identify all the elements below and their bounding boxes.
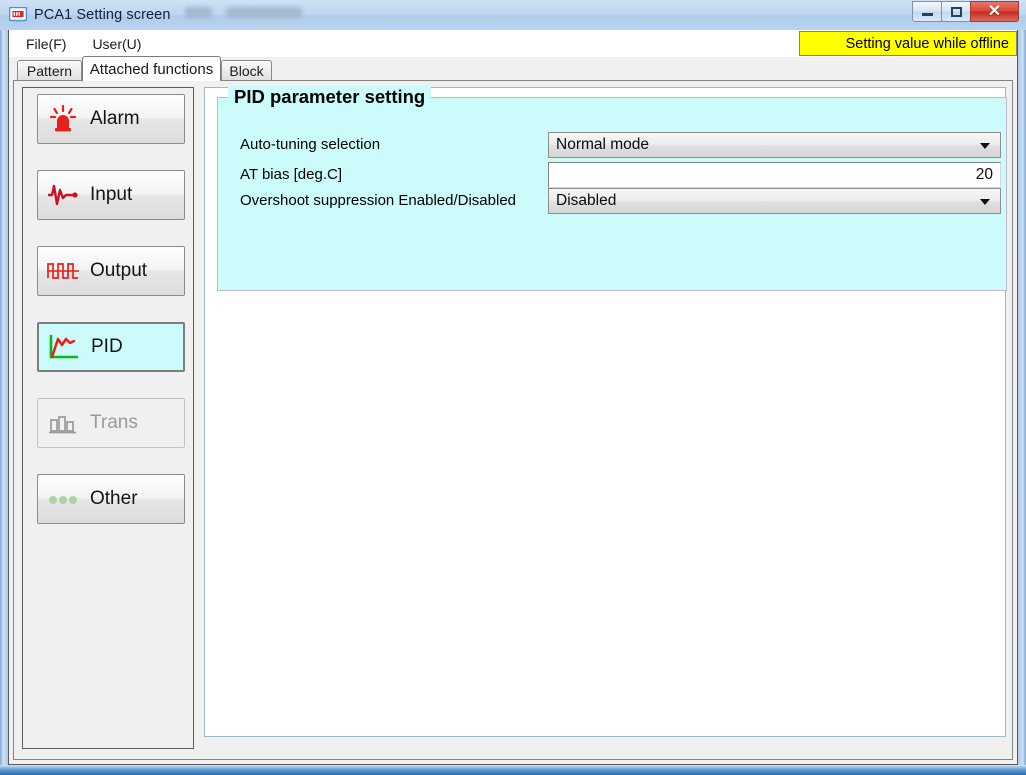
content-panel: PID parameter setting Auto-tuning select… (204, 86, 1007, 737)
redacted-title-segment-1 (184, 7, 212, 18)
pid-curve-icon (47, 332, 81, 362)
chevron-down-icon (980, 199, 990, 205)
pid-parameter-groupbox: PID parameter setting Auto-tuning select… (217, 86, 1007, 291)
auto-tuning-label: Auto-tuning selection (240, 136, 381, 153)
maximize-icon (950, 6, 962, 17)
tab-page: Alarm Input Output PID Trans Other PID p… (13, 80, 1013, 760)
bar-chart-icon (46, 408, 80, 438)
sidebar-item-label: Alarm (90, 108, 140, 129)
sidebar-item-input[interactable]: Input (37, 170, 185, 220)
tab-attached-functions[interactable]: Attached functions (82, 56, 221, 81)
chevron-down-icon (980, 143, 990, 149)
sidebar-item-label: Trans (90, 412, 138, 433)
minimize-button[interactable] (912, 1, 942, 22)
sidebar: Alarm Input Output PID Trans Other (22, 87, 194, 749)
at-bias-label: AT bias [deg.C] (240, 166, 342, 183)
window-title: PCA1 Setting screen (34, 7, 302, 23)
form-row-auto-tuning: Auto-tuning selection Normal mode (218, 132, 1006, 158)
overshoot-suppression-label: Overshoot suppression Enabled/Disabled (240, 192, 516, 209)
auto-tuning-dropdown[interactable]: Normal mode (548, 132, 1001, 158)
alarm-beacon-icon (46, 104, 80, 134)
maximize-button[interactable] (941, 1, 971, 22)
square-wave-icon (46, 256, 80, 286)
window-border-bottom (0, 765, 1026, 775)
auto-tuning-value: Normal mode (556, 136, 650, 153)
title-bar[interactable]: PCA1 Setting screen ✕ (0, 0, 1026, 30)
three-dots-icon (46, 484, 80, 514)
at-bias-value: 20 (975, 166, 993, 183)
redacted-title-segment-2 (225, 7, 302, 18)
sidebar-item-pid[interactable]: PID (37, 322, 185, 372)
overshoot-suppression-dropdown[interactable]: Disabled (548, 188, 1001, 214)
client-area: File(F) User(U) Setting value while offl… (8, 30, 1018, 765)
sidebar-item-other[interactable]: Other (37, 474, 185, 524)
offline-status-banner: Setting value while offline (799, 31, 1017, 56)
form-row-at-bias: AT bias [deg.C] 20 (218, 162, 1006, 188)
sidebar-item-label: Output (90, 260, 148, 281)
window-controls: ✕ (912, 1, 1019, 25)
groupbox-title: PID parameter setting (228, 86, 432, 108)
menu-user[interactable]: User(U) (83, 33, 150, 55)
menu-bar: File(F) User(U) Setting value while offl… (9, 30, 1017, 57)
menu-file[interactable]: File(F) (17, 33, 75, 55)
overshoot-suppression-value: Disabled (556, 192, 617, 209)
close-icon: ✕ (987, 2, 1002, 20)
sidebar-item-label: Input (90, 184, 133, 205)
window-border-right (1018, 0, 1026, 775)
form-row-overshoot-suppression: Overshoot suppression Enabled/Disabled D… (218, 188, 1006, 214)
at-bias-input[interactable]: 20 (548, 162, 1001, 188)
monitor-icon[interactable] (8, 6, 28, 23)
tab-block[interactable]: Block (221, 60, 272, 81)
window-frame: PCA1 Setting screen ✕ File(F) User(U) Se… (0, 0, 1026, 775)
window-border-left (0, 0, 8, 775)
minimize-icon (921, 13, 933, 16)
sidebar-item-trans[interactable]: Trans (37, 398, 185, 448)
sidebar-item-output[interactable]: Output (37, 246, 185, 296)
sidebar-item-alarm[interactable]: Alarm (37, 94, 185, 144)
sidebar-item-label: Other (90, 488, 138, 509)
sidebar-item-label: PID (91, 336, 123, 357)
close-button[interactable]: ✕ (970, 1, 1019, 22)
waveform-icon (46, 180, 80, 210)
tab-strip: Pattern Attached functions Block (9, 56, 1017, 81)
tab-pattern[interactable]: Pattern (17, 60, 82, 81)
